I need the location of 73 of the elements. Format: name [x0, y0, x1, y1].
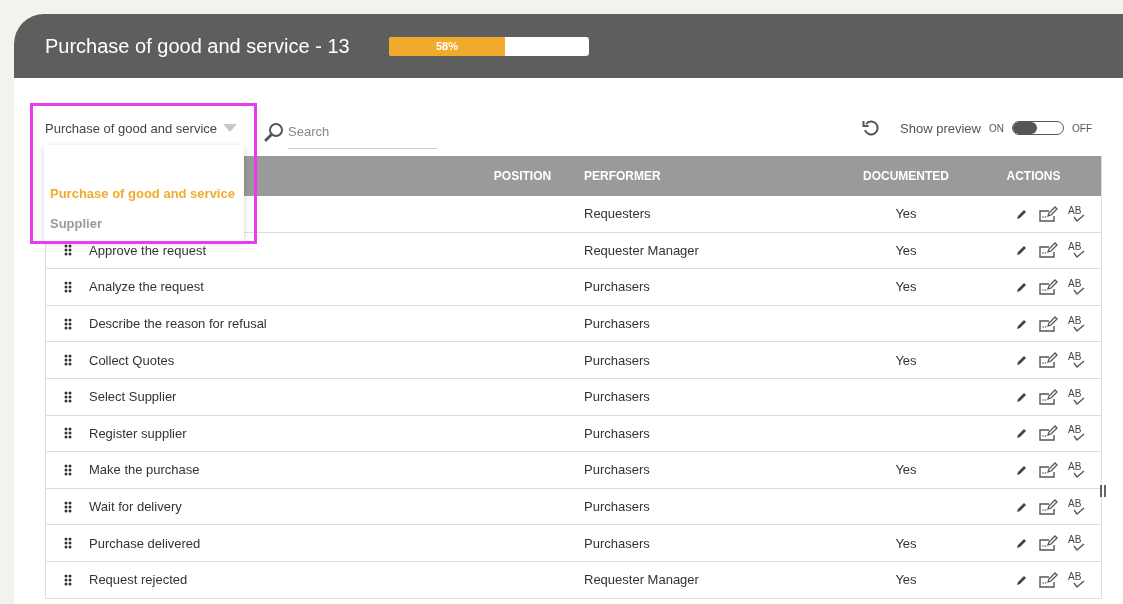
- table-cell: Requester Manager: [584, 242, 699, 258]
- pencil-icon[interactable]: [1016, 537, 1028, 550]
- table-cell: Yes: [895, 242, 917, 258]
- table-cell: Yes: [895, 206, 917, 222]
- column-header: ACTIONS: [1006, 169, 1061, 183]
- resize-handle-icon[interactable]: [1100, 485, 1106, 497]
- table-cell: Yes: [895, 572, 917, 588]
- table-cell: Purchasers: [584, 316, 650, 332]
- table-cell: Register supplier: [89, 425, 187, 441]
- table-cell: Analyze the request: [89, 279, 204, 295]
- column-header: POSITION: [493, 169, 552, 183]
- refresh-icon[interactable]: [862, 119, 881, 137]
- table-cell: Yes: [895, 535, 917, 551]
- pencil-icon[interactable]: [1016, 281, 1028, 293]
- drag-handle-icon[interactable]: [63, 390, 72, 403]
- table-cell: Yes: [895, 279, 917, 295]
- pencil-icon[interactable]: [1016, 573, 1028, 586]
- drag-handle-icon[interactable]: [63, 281, 72, 293]
- edit-note-icon[interactable]: [1038, 242, 1058, 259]
- table-cell: Describe the reason for refusal: [89, 316, 267, 332]
- table-cell: Requester Manager: [584, 572, 699, 588]
- pencil-icon[interactable]: [1016, 244, 1028, 257]
- table-cell: Purchasers: [584, 499, 650, 515]
- table-cell: Make the purchase: [89, 462, 200, 478]
- edit-note-icon[interactable]: [1038, 205, 1058, 222]
- drag-handle-icon[interactable]: [63, 500, 72, 513]
- table-cell: Purchase delivered: [89, 535, 201, 551]
- column-header: PERFORMER: [584, 169, 662, 183]
- search-icon: [264, 122, 284, 142]
- table-cell: Select Supplier: [89, 389, 177, 405]
- edit-note-icon[interactable]: [1038, 279, 1058, 295]
- caret-icon: [223, 124, 237, 132]
- table-cell: Yes: [895, 352, 917, 368]
- drag-handle-icon[interactable]: [63, 463, 72, 476]
- pencil-icon[interactable]: [1016, 207, 1028, 220]
- edit-note-icon[interactable]: [1038, 315, 1058, 332]
- edit-note-icon[interactable]: [1038, 388, 1058, 405]
- column-header: DOCUMENTED: [863, 169, 949, 183]
- page-title: Purchase of good and service - 13: [45, 34, 351, 58]
- table-cell: Approve the request: [89, 242, 207, 258]
- edit-note-icon[interactable]: [1038, 352, 1058, 369]
- edit-note-icon[interactable]: [1038, 425, 1058, 442]
- drag-handle-icon[interactable]: [63, 573, 72, 586]
- table-cell: Wait for delivery: [89, 499, 182, 515]
- drag-handle-icon[interactable]: [63, 317, 72, 330]
- table-cell: Purchasers: [584, 462, 650, 478]
- edit-note-icon[interactable]: [1038, 498, 1058, 515]
- edit-note-icon[interactable]: [1038, 535, 1058, 552]
- table-cell: Purchasers: [584, 279, 650, 295]
- table-cell: Yes: [895, 462, 917, 478]
- edit-note-icon[interactable]: [1038, 571, 1058, 588]
- pencil-icon[interactable]: [1016, 500, 1028, 513]
- drag-handle-icon[interactable]: [63, 537, 72, 550]
- pencil-icon[interactable]: [1016, 427, 1028, 440]
- table-cell: Purchasers: [584, 425, 650, 441]
- show-preview-label: Show preview: [900, 120, 981, 136]
- table-cell: Requesters: [584, 206, 651, 222]
- drag-handle-icon[interactable]: [63, 427, 72, 440]
- pencil-icon[interactable]: [1016, 463, 1028, 476]
- pencil-icon[interactable]: [1016, 317, 1028, 330]
- table-cell: Collect Quotes: [89, 352, 175, 368]
- pencil-icon[interactable]: [1016, 390, 1028, 403]
- edit-note-icon[interactable]: [1038, 461, 1058, 478]
- pencil-icon[interactable]: [1016, 354, 1028, 367]
- table-cell: Request rejected: [89, 572, 188, 588]
- drag-handle-icon[interactable]: [63, 354, 72, 367]
- table-cell: Purchasers: [584, 352, 650, 368]
- drag-handle-icon[interactable]: [63, 244, 72, 257]
- table-cell: Purchasers: [584, 535, 650, 551]
- on-label: ON: [989, 122, 1004, 134]
- progress-label: 58%: [436, 40, 458, 52]
- off-label: OFF: [1072, 122, 1092, 134]
- table-cell: Purchasers: [584, 389, 650, 405]
